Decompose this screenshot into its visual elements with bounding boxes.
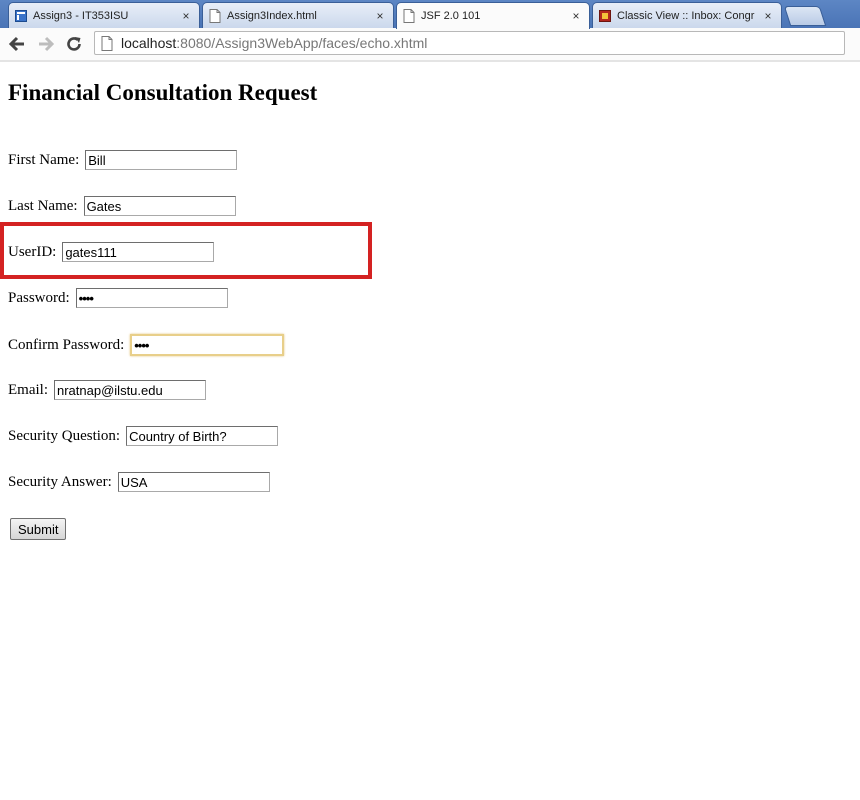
reload-button[interactable] <box>62 32 86 56</box>
close-icon[interactable]: × <box>761 9 775 23</box>
new-tab-button[interactable] <box>783 6 827 26</box>
forward-button[interactable] <box>34 32 58 56</box>
last-name-row: Last Name: <box>8 196 236 216</box>
confirm-password-field[interactable] <box>130 334 285 356</box>
first-name-row: First Name: <box>8 150 238 170</box>
confirm-password-row: Confirm Password: <box>8 334 285 356</box>
userid-row: UserID: <box>8 242 215 262</box>
page-icon <box>101 35 113 51</box>
last-name-label: Last Name: <box>8 197 78 214</box>
toolbar-divider <box>0 60 860 62</box>
site-favicon-icon <box>15 9 27 22</box>
close-icon[interactable]: × <box>179 9 193 23</box>
security-answer-field[interactable] <box>117 472 270 492</box>
password-row: Password: <box>8 288 228 308</box>
url-host: localhost <box>121 35 177 51</box>
security-question-row: Security Question: <box>8 426 279 446</box>
arrow-left-icon <box>8 36 24 52</box>
tab-label: Classic View :: Inbox: Congr <box>617 9 755 22</box>
close-icon[interactable]: × <box>373 9 387 23</box>
tab-label: Assign3 - IT353ISU <box>33 9 129 22</box>
email-field[interactable] <box>54 380 206 400</box>
security-answer-label: Security Answer: <box>8 473 112 490</box>
back-button[interactable] <box>5 32 29 56</box>
tab-strip: Assign3 - IT353ISU × Assign3Index.html ×… <box>0 0 860 29</box>
email-label: Email: <box>8 381 48 398</box>
security-question-field[interactable] <box>126 426 279 446</box>
security-answer-row: Security Answer: <box>8 472 270 492</box>
reload-icon <box>67 37 81 51</box>
tab-jsf-active[interactable]: JSF 2.0 101 × <box>396 2 590 29</box>
url-path: :8080/Assign3WebApp/faces/echo.xhtml <box>176 35 428 51</box>
first-name-label: First Name: <box>8 151 80 168</box>
page-title: Financial Consultation Request <box>8 80 318 105</box>
mail-favicon-icon <box>599 9 611 22</box>
browser-toolbar: localhost:8080/Assign3WebApp/faces/echo.… <box>0 28 860 61</box>
page-icon <box>209 8 221 23</box>
tab-label: JSF 2.0 101 <box>421 10 481 22</box>
security-question-label: Security Question: <box>8 427 121 444</box>
close-icon[interactable]: × <box>569 9 583 23</box>
password-label: Password: <box>8 289 70 306</box>
last-name-field[interactable] <box>83 196 236 216</box>
tab-classic-view-inbox[interactable]: Classic View :: Inbox: Congr × <box>592 2 782 28</box>
userid-field[interactable] <box>62 242 215 262</box>
email-row: Email: <box>8 380 206 400</box>
tab-label: Assign3Index.html <box>227 9 317 22</box>
confirm-password-label: Confirm Password: <box>8 336 125 353</box>
submit-button[interactable]: Submit <box>10 518 67 540</box>
first-name-field[interactable] <box>85 150 238 170</box>
arrow-right-icon <box>39 36 55 52</box>
tab-assign3[interactable]: Assign3 - IT353ISU × <box>8 2 200 28</box>
address-bar[interactable]: localhost:8080/Assign3WebApp/faces/echo.… <box>94 31 845 55</box>
tab-assign3index[interactable]: Assign3Index.html × <box>202 2 394 28</box>
userid-label: UserID: <box>8 243 57 260</box>
page-icon <box>403 9 415 23</box>
password-field[interactable] <box>75 288 228 308</box>
